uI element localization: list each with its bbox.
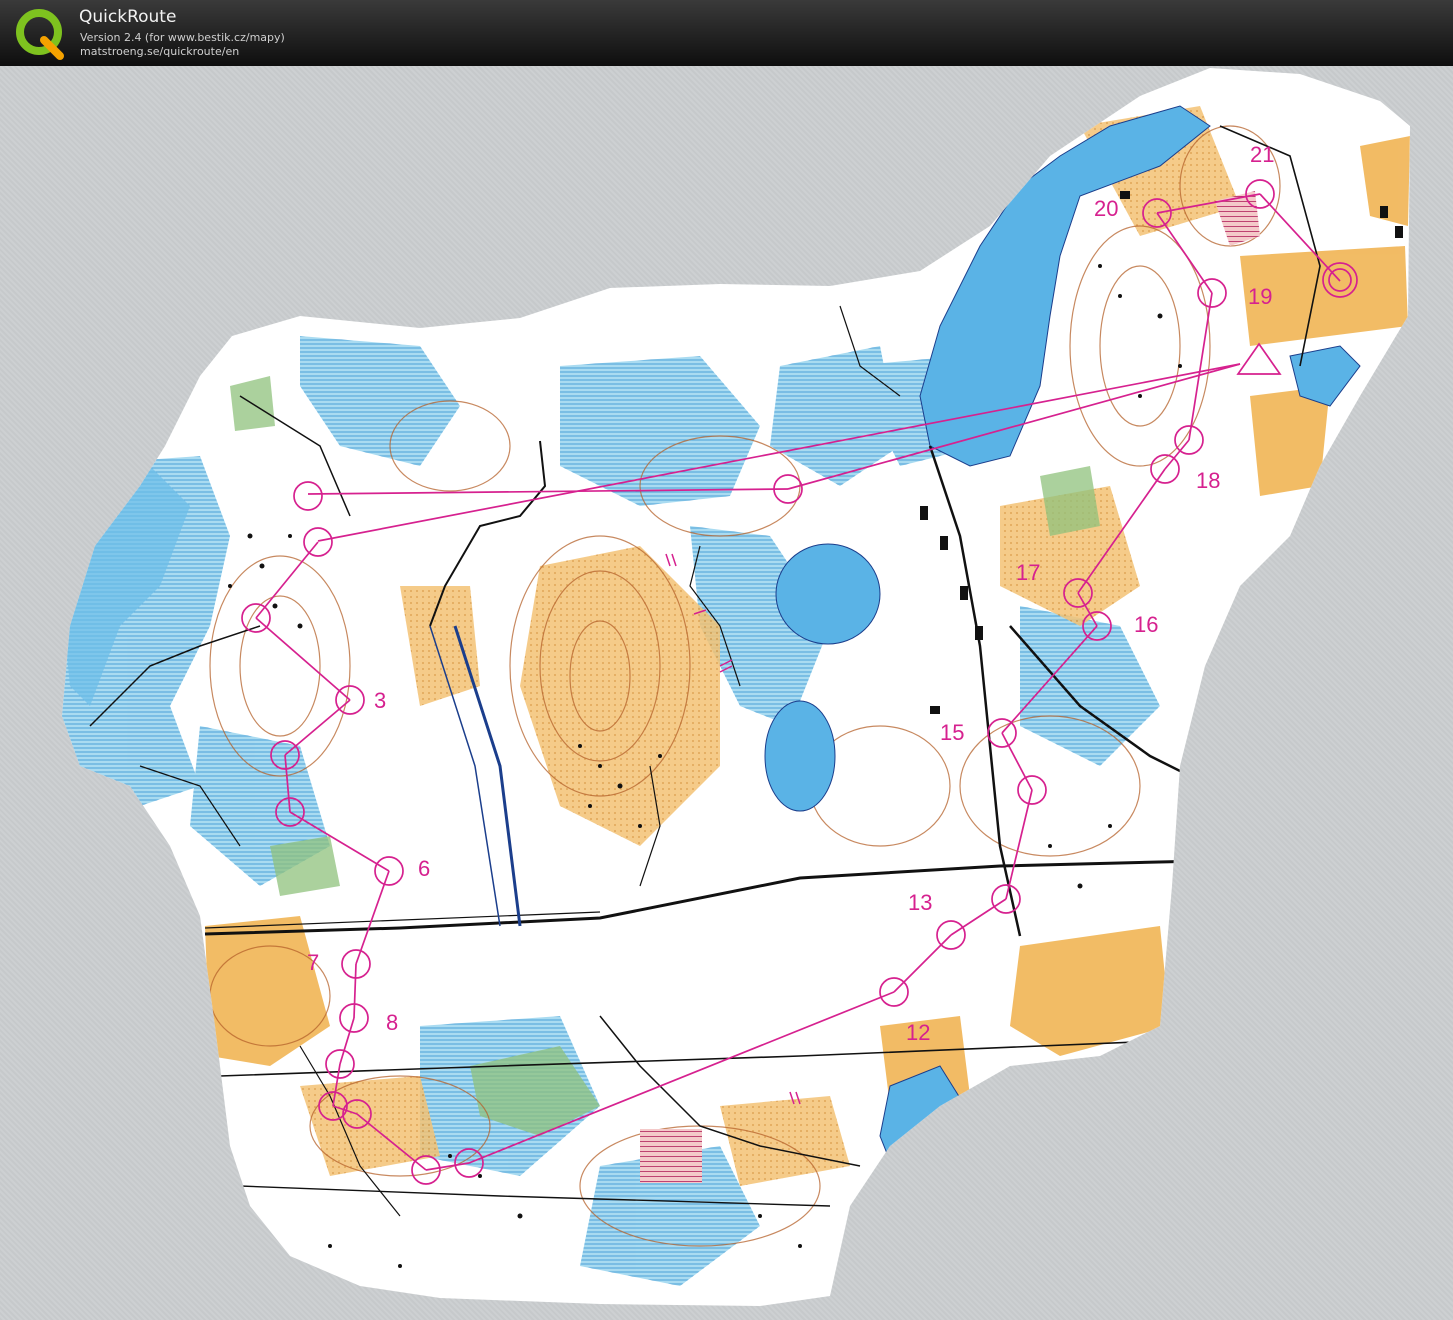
app-title: QuickRoute	[79, 7, 177, 27]
app-url[interactable]: matstroeng.se/quickroute/en	[80, 45, 239, 58]
forbidden-area	[640, 1129, 702, 1183]
title-bar: QuickRoute Version 2.4 (for www.bestik.c…	[0, 0, 1453, 66]
orienteering-map[interactable]: 3 6 7 8 12 13 15 16 17 18 19 20 21	[0, 66, 1453, 1320]
control-label-16: 16	[1134, 612, 1158, 637]
quickroute-logo-icon	[16, 9, 64, 60]
control-label-18: 18	[1196, 468, 1220, 493]
control-label-8: 8	[386, 1010, 398, 1035]
control-label-7: 7	[307, 950, 319, 975]
control-label-6: 6	[418, 856, 430, 881]
control-label-13: 13	[908, 890, 932, 915]
control-label-15: 15	[940, 720, 964, 745]
control-label-19: 19	[1248, 284, 1272, 309]
control-label-20: 20	[1094, 196, 1118, 221]
map-canvas[interactable]: 3 6 7 8 12 13 15 16 17 18 19 20 21	[0, 66, 1453, 1320]
control-label-12: 12	[906, 1020, 930, 1045]
quickroute-window: QuickRoute Version 2.4 (for www.bestik.c…	[0, 0, 1453, 1320]
control-label-3: 3	[374, 688, 386, 713]
control-label-21: 21	[1250, 142, 1274, 167]
app-version: Version 2.4 (for www.bestik.cz/mapy)	[80, 31, 285, 44]
control-label-17: 17	[1016, 560, 1040, 585]
